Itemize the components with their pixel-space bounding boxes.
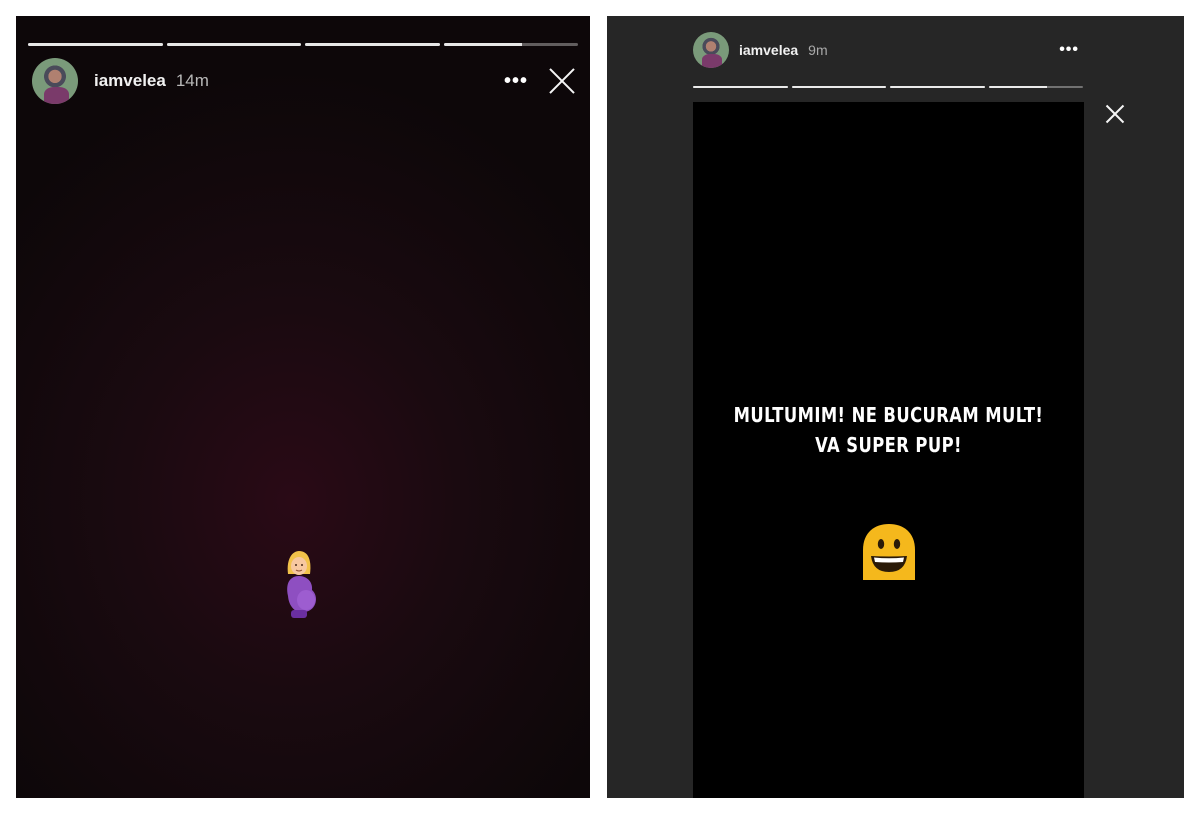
progress-segment [443,43,578,46]
close-button[interactable] [548,67,576,95]
progress-segment [988,86,1083,88]
story-progress-bar [28,43,578,46]
progress-segment [890,86,985,88]
username[interactable]: iamvelea [94,71,166,91]
progress-fill [693,86,788,88]
story-content[interactable]: MULTUMIM! NE BUCURAM MULT! VA SUPER PUP! [693,102,1084,798]
story-viewer-right[interactable]: iamvelea 9m ••• MULTUMIM! NE BUCURAM MUL… [607,16,1184,798]
progress-fill [890,86,985,88]
progress-fill [988,86,1048,88]
more-options-button[interactable]: ••• [504,70,528,93]
progress-segment [791,86,886,88]
pregnant-woman-emoji-icon [287,551,317,618]
avatar[interactable] [32,58,78,104]
progress-segment [305,43,440,46]
caption-line: MULTUMIM! NE BUCURAM MULT! [733,403,1044,427]
story-caption: MULTUMIM! NE BUCURAM MULT! VA SUPER PUP! [728,400,1049,460]
grinning-ghost-emoji-icon [863,524,915,580]
story-progress-bar [693,86,1083,88]
progress-segment [166,43,301,46]
caption-line: VA SUPER PUP! [815,433,962,457]
timestamp: 14m [175,71,209,90]
progress-fill [28,43,163,46]
story-header: iamvelea 14m ••• [32,58,576,104]
story-viewer-left[interactable]: iamvelea 14m ••• [16,16,590,798]
progress-fill [791,86,886,88]
progress-fill [443,43,522,46]
close-button[interactable] [1105,104,1125,124]
username[interactable]: iamvelea [739,42,798,58]
more-options-button[interactable]: ••• [1059,41,1079,59]
progress-segment [28,43,163,46]
avatar[interactable] [693,32,729,68]
progress-fill [166,43,301,46]
timestamp: 9m [808,42,828,58]
story-header: iamvelea 9m ••• [693,32,1085,68]
progress-fill [305,43,440,46]
progress-segment [693,86,788,88]
